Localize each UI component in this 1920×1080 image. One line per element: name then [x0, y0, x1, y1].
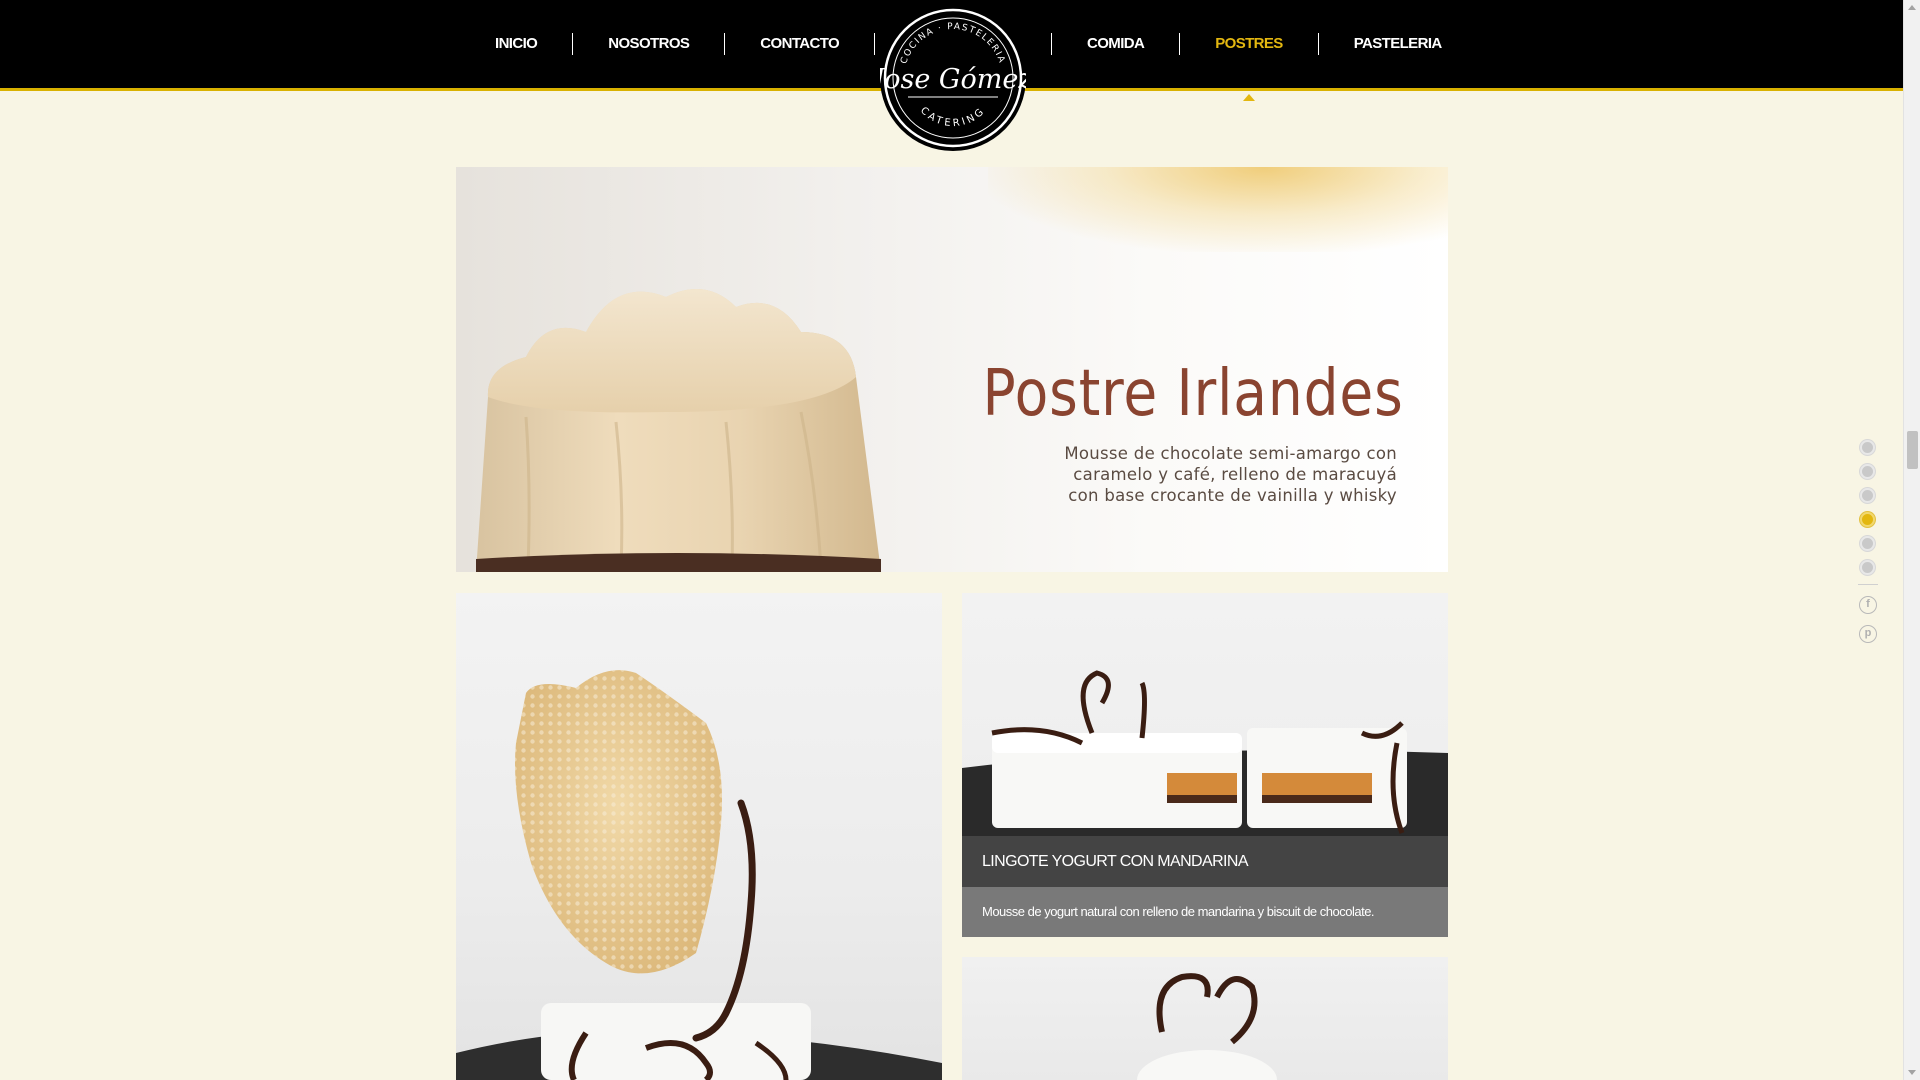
logo-emblem: COCINA · PASTELERIA Jose Gómez CATERING [868, 8, 1033, 148]
banner-description: Mousse de chocolate semi-amargo con cara… [977, 443, 1397, 506]
pinterest-icon[interactable]: p [1859, 625, 1877, 643]
nav-item-nosotros[interactable]: NOSOTROS [572, 33, 724, 55]
card-description: Mousse de yogurt natural con relleno de … [962, 887, 1448, 937]
banner-description-line: con base crocante de vainilla y whisky [1068, 486, 1397, 505]
scrollbar-thumb[interactable] [1907, 431, 1918, 469]
postre-irlandes-banner[interactable]: Postre Irlandes Mousse de chocolate semi… [456, 167, 1448, 572]
card-title: LINGOTE YOGURT CON MANDARINA [962, 836, 1448, 887]
banner-description-line: caramelo y café, relleno de maracuyá [1073, 465, 1397, 484]
jose-gomez-logo[interactable]: COCINA · PASTELERIA Jose Gómez CATERING [868, 5, 1033, 151]
nav-right-group: COMIDA POSTRES PASTELERIA [1051, 0, 1477, 101]
scroll-up-arrow-icon[interactable] [1908, 5, 1916, 10]
section-dot[interactable] [1860, 488, 1875, 503]
dessert-card-lingote-yogurt[interactable]: LINGOTE YOGURT CON MANDARINA Mousse de y… [962, 593, 1448, 937]
irish-dessert-image [476, 289, 881, 572]
logo-name-text: Jose Gómez [880, 64, 1026, 95]
section-dot-active[interactable] [1860, 512, 1875, 527]
chocolate-curl-dessert-image [1137, 973, 1277, 1080]
tuile-dessert-image [456, 670, 942, 1080]
section-dot[interactable] [1860, 464, 1875, 479]
facebook-icon[interactable]: f [1859, 596, 1877, 614]
whisky-glass-backdrop [988, 167, 1448, 252]
section-dot[interactable] [1860, 440, 1875, 455]
banner-description-line: Mousse de chocolate semi-amargo con [1064, 444, 1397, 463]
section-dot-navigator: f p [1858, 440, 1878, 654]
active-caret-icon [1242, 94, 1255, 101]
nav-item-comida[interactable]: COMIDA [1051, 33, 1179, 55]
scroll-down-arrow-icon[interactable] [1908, 1070, 1916, 1075]
nav-item-contacto[interactable]: CONTACTO [724, 33, 876, 55]
nav-item-postres-label: POSTRES [1215, 35, 1283, 52]
nav-item-inicio[interactable]: INICIO [460, 33, 572, 55]
section-dot[interactable] [1860, 536, 1875, 551]
section-dot[interactable] [1860, 560, 1875, 575]
dessert-card-tuile[interactable] [456, 593, 942, 1080]
nav-left-group: INICIO NOSOTROS CONTACTO [460, 0, 876, 88]
dessert-card-chocolate-curl[interactable] [962, 957, 1448, 1080]
nav-item-postres[interactable]: POSTRES [1179, 33, 1317, 101]
vertical-scrollbar[interactable] [1903, 0, 1920, 1080]
banner-title: Postre Irlandes [982, 357, 1404, 431]
nav-item-pasteleria[interactable]: PASTELERIA [1317, 33, 1477, 55]
side-nav-divider [1858, 584, 1878, 585]
